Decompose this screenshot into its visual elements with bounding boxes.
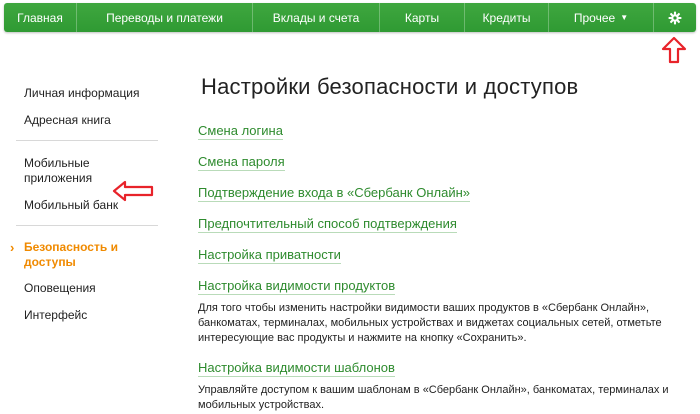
sidebar-item-interface[interactable]: Интерфейс xyxy=(8,308,153,323)
link-login-confirmation[interactable]: Подтверждение входа в «Сбербанк Онлайн» xyxy=(198,185,471,202)
arrow-left-icon xyxy=(112,180,154,202)
gear-icon xyxy=(668,11,682,24)
sidebar-item-security-label: Безопасность и доступы xyxy=(24,240,118,269)
nav-cards-label: Карты xyxy=(404,10,440,25)
nav-more-dropdown[interactable]: Прочее ▼ xyxy=(549,3,654,32)
sidebar-item-notifications[interactable]: Оповещения xyxy=(8,281,153,296)
product-visibility-description: Для того чтобы изменить настройки видимо… xyxy=(198,302,662,344)
nav-deposits-accounts[interactable]: Вклады и счета xyxy=(253,3,380,32)
nav-more-label: Прочее xyxy=(573,10,616,25)
nav-transfers-payments[interactable]: Переводы и платежи xyxy=(77,3,253,32)
nav-credits-label: Кредиты xyxy=(482,10,531,25)
nav-credits[interactable]: Кредиты xyxy=(465,3,549,32)
top-navigation-bar: Главная Переводы и платежи Вклады и счет… xyxy=(4,3,696,32)
nav-cards[interactable]: Карты xyxy=(380,3,465,32)
link-preferred-confirmation[interactable]: Предпочтительный способ подтверждения xyxy=(198,216,457,233)
link-change-password[interactable]: Смена пароля xyxy=(198,154,285,171)
chevron-right-icon: › xyxy=(10,240,15,255)
arrow-up-icon xyxy=(661,36,687,64)
nav-home-label: Главная xyxy=(17,10,63,25)
link-change-login[interactable]: Смена логина xyxy=(198,123,283,140)
settings-button[interactable] xyxy=(654,3,696,32)
template-visibility-description: Управляйте доступом к вашим шаблонам в «… xyxy=(198,384,669,411)
chevron-down-icon: ▼ xyxy=(620,13,629,22)
link-product-visibility[interactable]: Настройка видимости продуктов xyxy=(198,278,396,295)
sidebar-item-security-access[interactable]: › Безопасность и доступы xyxy=(8,240,153,270)
sidebar-item-address-book[interactable]: Адресная книга xyxy=(8,113,153,128)
link-template-visibility[interactable]: Настройка видимости шаблонов xyxy=(198,360,395,377)
page-title: Настройки безопасности и доступов xyxy=(201,74,579,99)
nav-home[interactable]: Главная xyxy=(4,3,77,32)
nav-deposits-label: Вклады и счета xyxy=(272,10,360,25)
nav-transfers-label: Переводы и платежи xyxy=(106,10,223,25)
link-privacy-settings[interactable]: Настройка приватности xyxy=(198,247,341,264)
sidebar-item-personal-info[interactable]: Личная информация xyxy=(8,86,153,101)
